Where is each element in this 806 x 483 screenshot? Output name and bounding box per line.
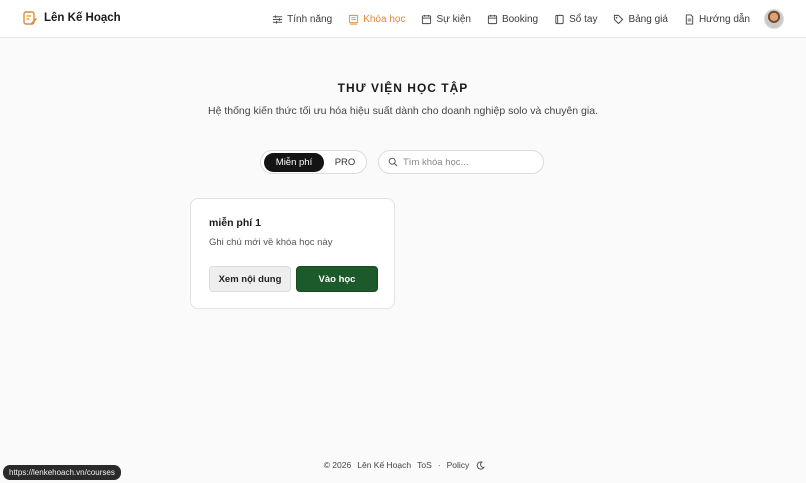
notebook-icon: [555, 14, 564, 24]
nav-item-features[interactable]: Tính năng: [272, 14, 332, 25]
nav-item-label: Sự kiện: [436, 13, 471, 25]
search-icon: [388, 157, 398, 167]
nav-item-label: Khóa học: [363, 13, 406, 25]
course-card: miễn phí 1 Ghi chú mới về khóa học này X…: [190, 198, 395, 309]
enter-course-button[interactable]: Vào học: [296, 266, 378, 292]
page-title: THƯ VIỆN HỌC TẬP: [337, 81, 469, 95]
nav-item-label: Hướng dẫn: [698, 13, 750, 25]
footer-tos-link[interactable]: ToS: [417, 460, 432, 470]
filter-pro-button[interactable]: PRO: [325, 153, 365, 172]
footer: © 2026 Lên Kế Hoạch ToS · Policy: [0, 460, 806, 470]
nav-item-guide[interactable]: Hướng dẫn: [684, 14, 750, 25]
view-content-button[interactable]: Xem nội dung: [209, 266, 291, 292]
nav-item-label: Tính năng: [287, 13, 333, 25]
footer-brand: Lên Kế Hoạch: [357, 460, 412, 470]
brand-name: Lên Kế Hoạch: [44, 12, 121, 24]
nav-item-events[interactable]: Sự kiện: [421, 14, 471, 25]
status-bar-url: https://lenkehoach.vn/courses: [3, 465, 121, 480]
nav-item-booking[interactable]: Booking: [487, 14, 538, 25]
brand-link[interactable]: Lên Kế Hoạch: [22, 10, 121, 26]
edit-note-icon: [23, 11, 37, 25]
main-menu: Tính năng Khóa học Sự kiện Booking Sổ ta…: [256, 0, 750, 38]
course-description: Ghi chú mới về khóa học này: [209, 237, 333, 248]
tag-icon: [614, 14, 624, 24]
top-nav: Lên Kế Hoạch Tính năng Khóa học Sự kiện …: [0, 0, 806, 38]
footer-separator: ·: [437, 460, 441, 470]
calendar-icon: [422, 14, 432, 24]
document-icon: [685, 13, 694, 25]
sliders-icon: [273, 14, 283, 24]
filter-free-button[interactable]: Miễn phí: [264, 153, 324, 172]
footer-copyright: © 2026: [323, 460, 352, 470]
page-subtitle: Hệ thống kiến thức tối ưu hóa hiệu suất …: [207, 105, 598, 117]
footer-policy-link[interactable]: Policy: [447, 460, 470, 470]
search-input[interactable]: [403, 156, 533, 168]
nav-item-pricing[interactable]: Bảng giá: [613, 13, 668, 25]
moon-icon[interactable]: [476, 460, 486, 470]
nav-item-notebook[interactable]: Sổ tay: [554, 14, 597, 25]
plan-filter-toggle: Miễn phí PRO: [260, 150, 367, 174]
course-search-box: [378, 150, 544, 174]
nav-item-label: Bảng giá: [628, 13, 668, 25]
nav-item-label: Booking: [501, 13, 539, 25]
calendar-icon: [487, 14, 498, 24]
nav-item-label: Sổ tay: [569, 13, 598, 25]
book-icon: [349, 14, 359, 25]
user-avatar[interactable]: [764, 9, 784, 29]
course-title: miễn phí 1: [209, 217, 261, 229]
nav-item-courses[interactable]: Khóa học: [348, 14, 405, 25]
